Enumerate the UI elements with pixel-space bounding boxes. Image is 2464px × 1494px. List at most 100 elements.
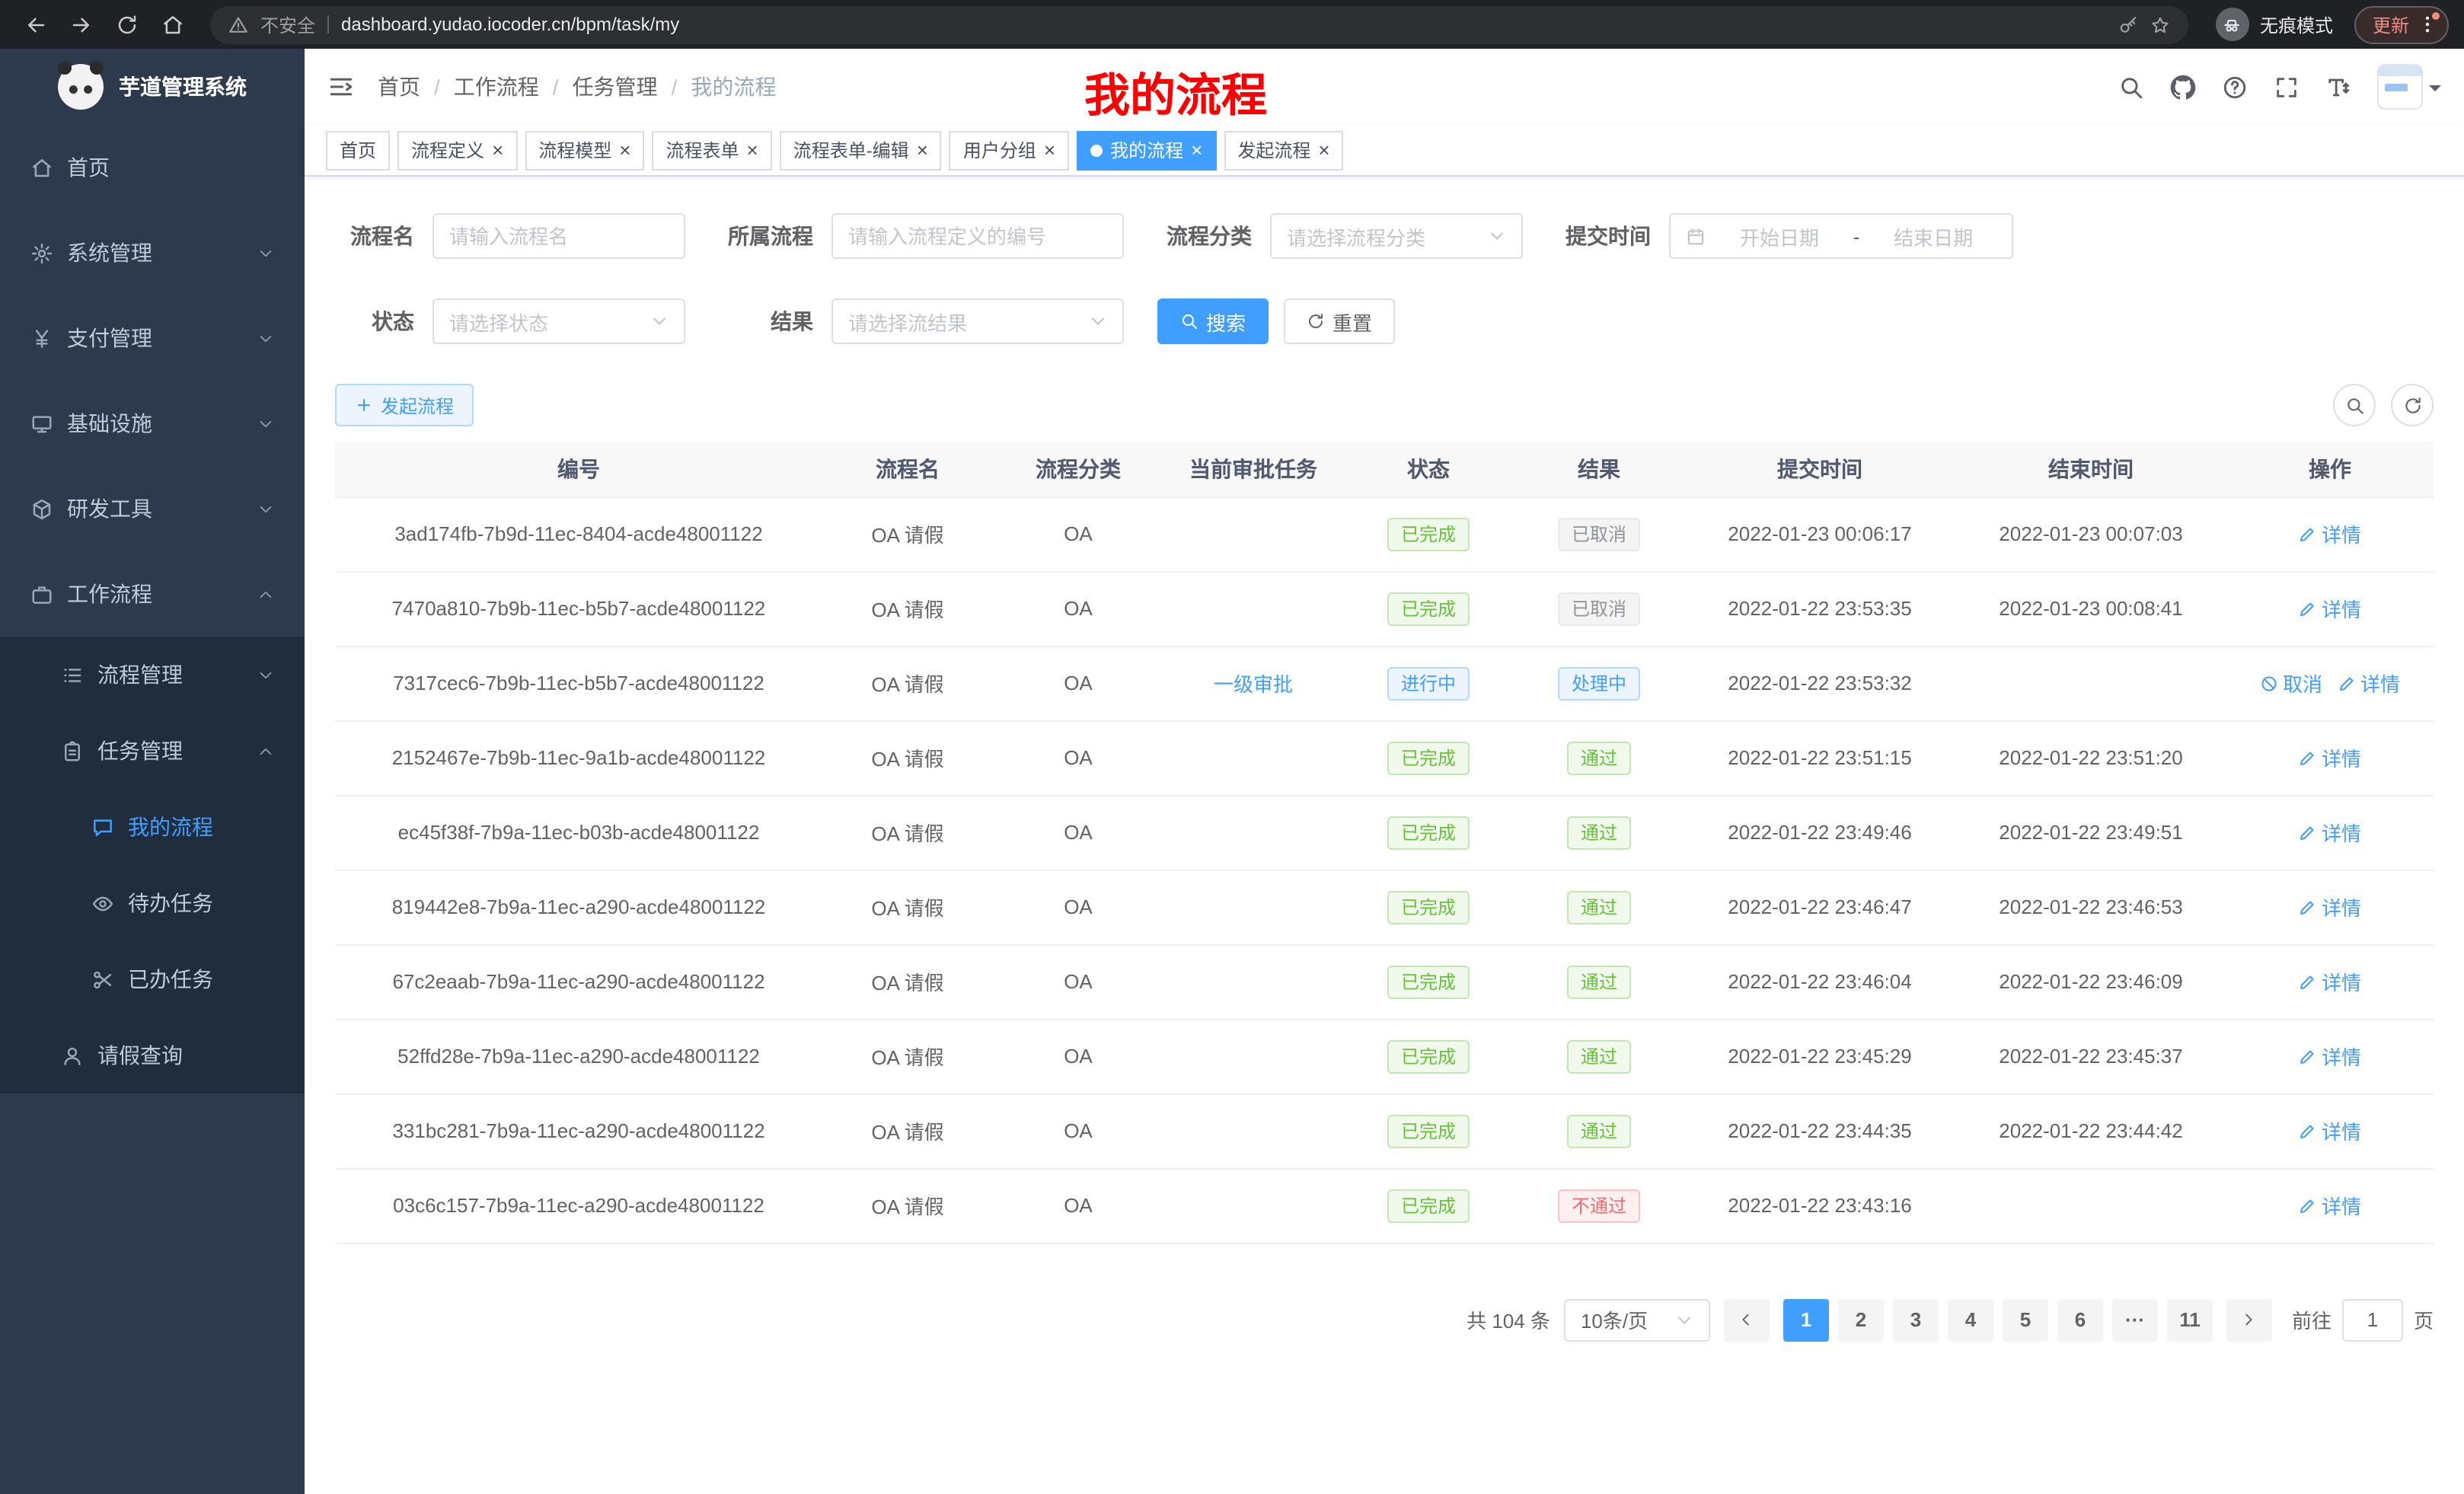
page-button-2[interactable]: 2 <box>1838 1298 1884 1341</box>
detail-button[interactable]: 详情 <box>2299 892 2361 921</box>
close-icon[interactable]: × <box>1318 140 1329 160</box>
tab-item-1[interactable]: 流程定义 × <box>397 130 517 170</box>
sidebar-item-2[interactable]: 支付管理 <box>0 295 305 381</box>
close-icon[interactable]: × <box>492 140 503 160</box>
status-select[interactable]: 请选择状态 <box>432 298 685 344</box>
process-def-label: 所属流程 <box>719 221 813 251</box>
sidebar-item-3[interactable]: 基础设施 <box>0 381 305 466</box>
close-icon[interactable]: × <box>619 140 630 160</box>
sidebar-item-6[interactable]: 流程管理 <box>0 637 305 713</box>
page-number-list: 123456···11 <box>1783 1298 2213 1341</box>
process-name-input[interactable] <box>449 225 669 247</box>
page-button-6[interactable]: 6 <box>2057 1298 2103 1341</box>
browser-forward-button[interactable] <box>61 5 101 44</box>
help-icon[interactable] <box>2222 74 2248 100</box>
tab-item-5[interactable]: 用户分组 × <box>950 130 1069 170</box>
next-page-button[interactable] <box>2226 1298 2272 1341</box>
tab-item-7[interactable]: 发起流程 × <box>1224 130 1343 170</box>
result-select[interactable]: 请选择流结果 <box>831 298 1124 344</box>
page-button-4[interactable]: 4 <box>1948 1298 1993 1341</box>
github-icon[interactable] <box>2170 74 2196 100</box>
sidebar-item-8[interactable]: 我的流程 <box>0 789 305 865</box>
app-logo[interactable]: 芋道管理系统 <box>0 49 305 125</box>
detail-button[interactable]: 详情 <box>2299 594 2361 623</box>
sidebar-item-11[interactable]: 请假查询 <box>0 1017 305 1093</box>
sidebar-item-10[interactable]: 已办任务 <box>0 941 305 1017</box>
close-icon[interactable]: × <box>1191 140 1202 160</box>
chevron-right-icon <box>2241 1311 2258 1328</box>
tab-item-0[interactable]: 首页 <box>326 130 390 170</box>
page-ellipsis[interactable]: ··· <box>2112 1298 2158 1341</box>
sidebar-item-label: 流程管理 <box>97 659 183 690</box>
page-size-select[interactable]: 10条/页 <box>1564 1298 1710 1341</box>
incognito-badge[interactable]: 无痕模式 <box>2216 8 2333 41</box>
submit-time-range-picker[interactable]: 开始日期 - 结束日期 <box>1669 213 2013 259</box>
sidebar-toggle-icon[interactable] <box>327 73 355 101</box>
page-button-5[interactable]: 5 <box>2003 1298 2048 1341</box>
detail-button[interactable]: 详情 <box>2299 1191 2361 1220</box>
sidebar-item-5[interactable]: 工作流程 <box>0 551 305 637</box>
cell-current-task <box>1163 944 1343 1019</box>
breadcrumb-workflow[interactable]: 工作流程 <box>454 72 539 102</box>
browser-home-button[interactable] <box>152 5 192 44</box>
tab-label: 用户分组 <box>963 137 1036 163</box>
close-icon[interactable]: × <box>917 140 928 160</box>
tab-item-2[interactable]: 流程模型 × <box>525 130 644 170</box>
font-size-icon[interactable] <box>2325 74 2351 100</box>
current-task-link[interactable]: 一级审批 <box>1214 669 1293 698</box>
result-tag: 通过 <box>1567 1039 1631 1073</box>
address-bar[interactable]: 不安全 dashboard.yudao.iocoder.cn/bpm/task/… <box>210 5 2188 43</box>
tab-label: 流程模型 <box>538 137 611 163</box>
tab-item-3[interactable]: 流程表单 × <box>652 130 771 170</box>
cell-submit-time: 2022-01-22 23:46:47 <box>1684 870 1955 944</box>
sidebar-item-4[interactable]: 研发工具 <box>0 466 305 551</box>
browser-refresh-button[interactable] <box>107 5 146 44</box>
search-icon <box>2344 395 2364 415</box>
browser-update-button[interactable]: 更新 <box>2354 5 2449 43</box>
goto-page-input[interactable] <box>2342 1298 2403 1341</box>
reset-button[interactable]: 重置 <box>1284 298 1395 344</box>
fullscreen-icon[interactable] <box>2274 74 2300 100</box>
sidebar-item-1[interactable]: 系统管理 <box>0 210 305 295</box>
sidebar-item-9[interactable]: 待办任务 <box>0 865 305 941</box>
create-process-button[interactable]: 发起流程 <box>335 384 474 426</box>
cell-actions: 详情 <box>2226 944 2434 1019</box>
sidebar-item-0[interactable]: 首页 <box>0 125 305 210</box>
password-key-icon[interactable] <box>2118 14 2138 34</box>
cancel-button[interactable]: 取消 <box>2260 669 2322 698</box>
close-icon[interactable]: × <box>747 140 758 160</box>
detail-button[interactable]: 详情 <box>2299 519 2361 548</box>
bookmark-star-icon[interactable] <box>2150 14 2170 34</box>
refresh-table-button[interactable] <box>2391 384 2434 426</box>
browser-menu-icon[interactable] <box>2417 14 2438 35</box>
cell-category: OA <box>993 496 1163 571</box>
sidebar-item-label: 待办任务 <box>128 888 213 918</box>
detail-button[interactable]: 详情 <box>2299 818 2361 847</box>
detail-button[interactable]: 详情 <box>2299 1116 2361 1145</box>
category-select[interactable]: 请选择流程分类 <box>1270 213 1523 259</box>
detail-button[interactable]: 详情 <box>2299 743 2361 772</box>
search-icon[interactable] <box>2118 74 2144 100</box>
breadcrumb-home[interactable]: 首页 <box>378 72 420 102</box>
breadcrumb-task-management[interactable]: 任务管理 <box>573 72 658 102</box>
user-avatar[interactable] <box>2377 64 2441 110</box>
page-button-1[interactable]: 1 <box>1783 1298 1829 1341</box>
toggle-search-button[interactable] <box>2333 384 2376 426</box>
close-icon[interactable]: × <box>1044 140 1055 160</box>
detail-button[interactable]: 详情 <box>2299 1042 2361 1071</box>
detail-button[interactable]: 详情 <box>2338 669 2400 698</box>
process-def-input[interactable] <box>848 225 1107 247</box>
refresh-icon <box>2402 395 2422 415</box>
sidebar-item-7[interactable]: 任务管理 <box>0 713 305 789</box>
tab-label: 发起流程 <box>1237 137 1310 163</box>
process-table: 编号流程名流程分类当前审批任务状态结果提交时间结束时间操作 3ad174fb-7… <box>335 442 2434 1243</box>
sidebar-item-label: 工作流程 <box>67 579 152 609</box>
browser-back-button[interactable] <box>15 5 55 44</box>
prev-page-button[interactable] <box>1724 1298 1770 1341</box>
detail-button[interactable]: 详情 <box>2299 967 2361 996</box>
page-button-3[interactable]: 3 <box>1893 1298 1939 1341</box>
search-button[interactable]: 搜索 <box>1157 298 1269 344</box>
tab-item-4[interactable]: 流程表单-编辑 × <box>780 130 942 170</box>
tab-item-6[interactable]: 我的流程 × <box>1077 130 1216 170</box>
page-button-11[interactable]: 11 <box>2167 1298 2213 1341</box>
